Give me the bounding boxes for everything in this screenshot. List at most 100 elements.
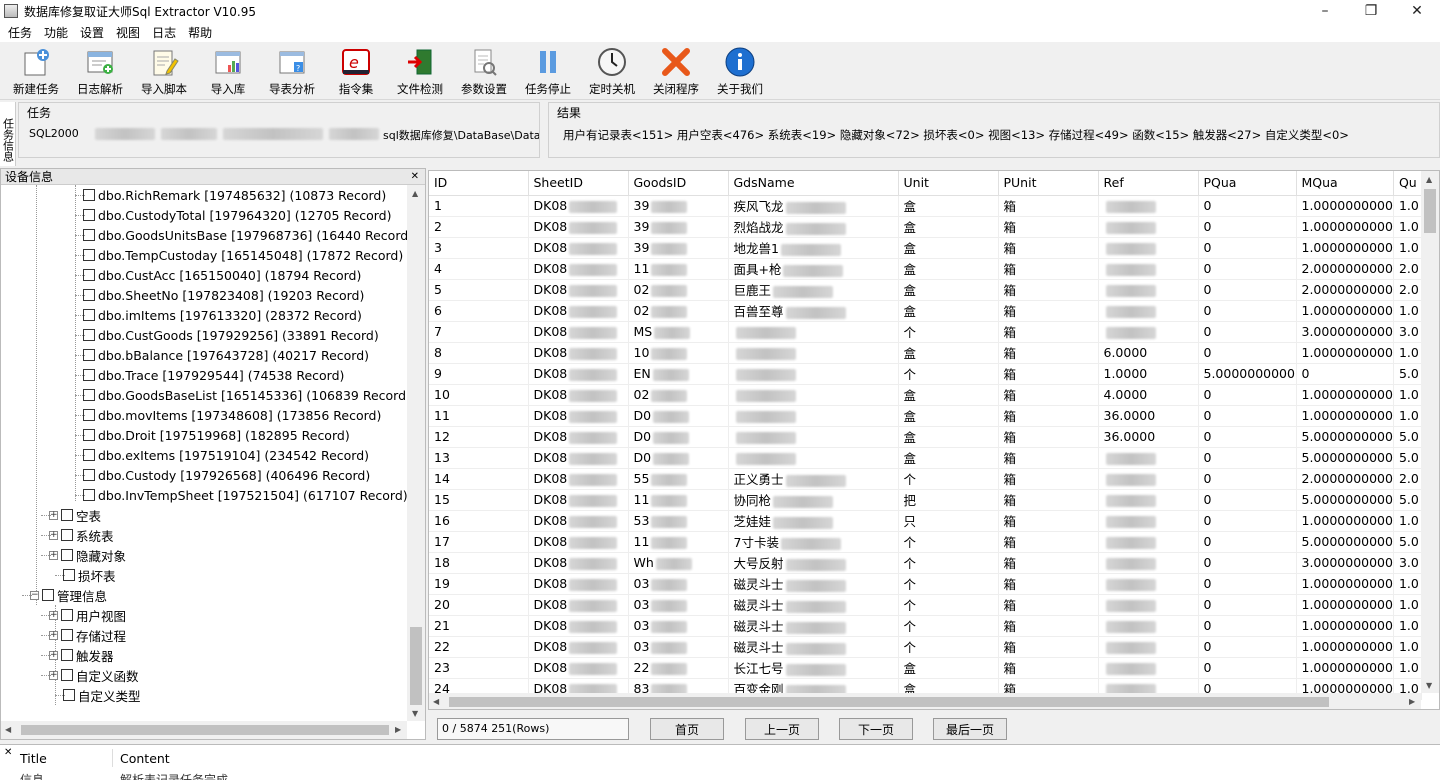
grid-cell[interactable]: 盒 <box>898 279 999 301</box>
menu-help[interactable]: 帮助 <box>184 24 220 41</box>
grid-cell[interactable]: 1.0 <box>1393 405 1422 427</box>
grid-cell[interactable]: 15 <box>429 489 529 511</box>
grid-cell[interactable]: 1.0 <box>1393 195 1422 217</box>
grid-cell[interactable]: 个 <box>898 321 999 343</box>
grid-cell[interactable]: 百兽至尊 <box>728 300 899 322</box>
grid-cell[interactable]: 36.0000 <box>1098 405 1199 427</box>
grid-cell[interactable] <box>1098 594 1199 616</box>
table-row[interactable]: 1 DK08 39 疾风飞龙 盒 箱 0 1.0000000000 1.0 <box>429 195 1422 217</box>
grid-cell[interactable] <box>728 405 899 427</box>
tree-table-item[interactable]: dbo.bBalance [197643728] (40217 Record) <box>83 345 369 365</box>
grid-cell[interactable]: 2.0 <box>1393 258 1422 280</box>
grid-cell[interactable] <box>728 447 899 469</box>
grid-cell[interactable]: 0 <box>1198 300 1297 322</box>
grid-cell[interactable]: 盒 <box>898 258 999 280</box>
grid-cell[interactable]: 0 <box>1296 363 1394 385</box>
table-row[interactable]: 12 DK08 D0 盒 箱 36.0000 0 5.0000000000 5.0 <box>429 426 1422 448</box>
tree-table-item[interactable]: dbo.GoodsBaseList [165145336] (106839 Re… <box>83 385 407 405</box>
grid-cell[interactable]: 盒 <box>898 300 999 322</box>
grid-cell[interactable]: 5.0 <box>1393 531 1422 553</box>
grid-cell[interactable]: 0 <box>1198 195 1297 217</box>
grid-cell[interactable]: 箱 <box>998 342 1099 364</box>
tree-table-item[interactable]: dbo.CustAcc [165150040] (18794 Record) <box>83 265 361 285</box>
grid-cell[interactable]: 磁灵斗士 <box>728 594 899 616</box>
grid-cell[interactable]: 4 <box>429 258 529 280</box>
grid-cell[interactable]: 5.0 <box>1393 426 1422 448</box>
grid-cell[interactable]: 2.0 <box>1393 468 1422 490</box>
grid-cell[interactable]: DK08 <box>528 594 629 616</box>
table-row[interactable]: 11 DK08 D0 盒 箱 36.0000 0 1.0000000000 1.0 <box>429 405 1422 427</box>
table-row[interactable]: 5 DK08 02 巨鹿王 盒 箱 0 2.0000000000 2.0 <box>429 279 1422 301</box>
grid-cell[interactable]: 6 <box>429 300 529 322</box>
tree-table-item[interactable]: dbo.Droit [197519968] (182895 Record) <box>83 425 350 445</box>
table-row[interactable]: 19 DK08 03 磁灵斗士 个 箱 0 1.0000000000 1.0 <box>429 573 1422 595</box>
grid-cell[interactable]: 1.0 <box>1393 615 1422 637</box>
grid-cell[interactable]: 箱 <box>998 216 1099 238</box>
grid-cell[interactable]: 盒 <box>898 216 999 238</box>
scroll-right-icon[interactable]: ▶ <box>395 725 401 734</box>
grid-cell[interactable]: 14 <box>429 468 529 490</box>
table-row[interactable]: 16 DK08 53 芝娃娃 只 箱 0 1.0000000000 1.0 <box>429 510 1422 532</box>
tree-table-item[interactable]: dbo.exItems [197519104] (234542 Record) <box>83 445 369 465</box>
grid-cell[interactable]: 0 <box>1198 258 1297 280</box>
tree-management-item[interactable]: 自定义类型 <box>63 685 141 705</box>
grid-cell[interactable]: 箱 <box>998 615 1099 637</box>
side-tab-task-info[interactable]: 任务信息 <box>0 102 16 166</box>
grid-cell[interactable]: DK08 <box>528 342 629 364</box>
tree-table-item[interactable]: dbo.imItems [197613320] (28372 Record) <box>83 305 362 325</box>
grid-cell[interactable]: 箱 <box>998 489 1099 511</box>
grid-cell[interactable] <box>1098 447 1199 469</box>
grid-cell[interactable] <box>728 363 899 385</box>
grid-cell[interactable]: 0 <box>1198 237 1297 259</box>
grid-cell[interactable]: 1.0000000000 <box>1296 636 1394 658</box>
grid-cell[interactable] <box>728 342 899 364</box>
table-row[interactable]: 23 DK08 22 长江七号 盒 箱 0 1.0000000000 1.0 <box>429 657 1422 679</box>
grid-cell[interactable]: 2.0 <box>1393 279 1422 301</box>
grid-cell[interactable]: 箱 <box>998 405 1099 427</box>
grid-cell[interactable]: 17 <box>429 531 529 553</box>
grid-cell[interactable]: 疾风飞龙 <box>728 195 899 217</box>
maximize-button[interactable]: ❐ <box>1348 0 1394 22</box>
grid-cell[interactable]: 1.0000000000 <box>1296 594 1394 616</box>
grid-cell[interactable]: 盒 <box>898 342 999 364</box>
grid-cell[interactable]: 10 <box>429 384 529 406</box>
tree-table-item[interactable]: dbo.GoodsUnitsBase [197968736] (16440 Re… <box>83 225 407 245</box>
grid-cell[interactable]: 39 <box>628 237 729 259</box>
grid-cell[interactable]: 个 <box>898 552 999 574</box>
grid-cell[interactable]: MS <box>628 321 729 343</box>
grid-cell[interactable]: 1.0 <box>1393 342 1422 364</box>
grid-cell[interactable] <box>1098 531 1199 553</box>
grid-cell[interactable] <box>728 384 899 406</box>
tree-management-node[interactable]: − 管理信息 <box>30 585 107 605</box>
grid-cell[interactable]: 面具+枪 <box>728 258 899 280</box>
command-set-button[interactable]: e 指令集 <box>324 42 388 98</box>
grid-column-header[interactable]: Unit <box>898 171 999 196</box>
grid-cell[interactable]: DK08 <box>528 258 629 280</box>
grid-cell[interactable]: 1.0000000000 <box>1296 237 1394 259</box>
grid-cell[interactable]: 1.0 <box>1393 237 1422 259</box>
grid-cell[interactable]: 芝娃娃 <box>728 510 899 532</box>
grid-cell[interactable]: 箱 <box>998 195 1099 217</box>
grid-cell[interactable]: 盒 <box>898 447 999 469</box>
grid-cell[interactable]: 盒 <box>898 426 999 448</box>
grid-cell[interactable]: 02 <box>628 279 729 301</box>
table-row[interactable]: 9 DK08 EN 个 箱 1.0000 5.0000000000 0 5.0 <box>429 363 1422 385</box>
about-us-button[interactable]: 关于我们 <box>708 42 772 98</box>
grid-cell[interactable]: 箱 <box>998 468 1099 490</box>
grid-cell[interactable]: EN <box>628 363 729 385</box>
grid-cell[interactable]: DK08 <box>528 489 629 511</box>
table-row[interactable]: 3 DK08 39 地龙兽1 盒 箱 0 1.0000000000 1.0 <box>429 237 1422 259</box>
grid-scroll-right-icon[interactable]: ▶ <box>1409 697 1415 706</box>
grid-cell[interactable]: 0 <box>1198 405 1297 427</box>
grid-cell[interactable]: 7 <box>429 321 529 343</box>
grid-cell[interactable]: 箱 <box>998 552 1099 574</box>
grid-cell[interactable]: 4.0000 <box>1098 384 1199 406</box>
grid-column-header[interactable]: MQua <box>1296 171 1394 196</box>
table-row[interactable]: 17 DK08 11 7寸卡装 个 箱 0 5.0000000000 5.0 <box>429 531 1422 553</box>
grid-cell[interactable]: 1.0000000000 <box>1296 405 1394 427</box>
grid-cell[interactable]: 个 <box>898 468 999 490</box>
log-col-title[interactable]: Title <box>20 751 47 766</box>
grid-cell[interactable] <box>1098 510 1199 532</box>
scroll-down-icon[interactable]: ▼ <box>412 709 418 718</box>
grid-cell[interactable] <box>1098 300 1199 322</box>
